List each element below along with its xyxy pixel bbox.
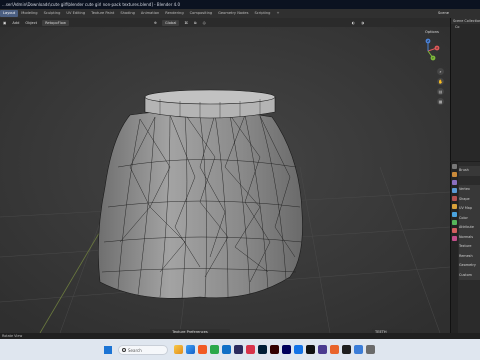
app-icon[interactable]	[234, 345, 243, 354]
tab-uv-editing[interactable]: UV Editing	[63, 10, 88, 17]
app-icon[interactable]	[306, 345, 315, 354]
scene-selector[interactable]: Scene	[438, 10, 449, 17]
properties-row[interactable]: UV Map	[459, 204, 480, 214]
properties-row[interactable]: Shape	[459, 194, 480, 204]
overlays-icon[interactable]: ◑	[358, 21, 367, 25]
tab-modeling[interactable]: Modeling	[18, 10, 40, 17]
properties-panel[interactable]: Brush Vertex Shape UV Map Color Attribut…	[450, 162, 480, 333]
photoshop-icon[interactable]	[258, 345, 267, 354]
3d-viewport[interactable]: X Y Z	[0, 27, 450, 333]
blender-icon[interactable]	[198, 345, 207, 354]
add-workspace-button[interactable]: +	[273, 10, 282, 17]
properties-row[interactable]	[459, 176, 480, 186]
material-tab-icon[interactable]	[452, 228, 457, 233]
window-title: ...ser\Admin\Downloads\cute gilf\blender…	[2, 2, 180, 7]
app-icon[interactable]	[294, 345, 303, 354]
app-icon[interactable]	[342, 345, 351, 354]
tab-layout[interactable]: Layout	[0, 10, 19, 17]
illustrator-icon[interactable]	[270, 345, 279, 354]
app-icon[interactable]	[330, 345, 339, 354]
properties-row[interactable]: Vertex	[459, 185, 480, 195]
pivot-icon[interactable]: ⌘	[181, 21, 191, 25]
taskbar-search-placeholder: Search	[128, 348, 142, 353]
y-axis-label: Y	[432, 56, 434, 60]
premiere-icon[interactable]	[282, 345, 291, 354]
x-axis-label: X	[436, 46, 438, 50]
mesh-data-tab-icon[interactable]	[452, 220, 457, 225]
zoom-icon[interactable]: ⌕	[437, 68, 444, 75]
properties-row[interactable]: Custom	[459, 270, 480, 280]
object-tab-icon[interactable]	[452, 204, 457, 209]
tab-scripting[interactable]: Scripting	[251, 10, 273, 17]
outliner-row[interactable]	[451, 42, 480, 48]
tool-tab-icon[interactable]	[452, 164, 457, 169]
properties-row[interactable]: Brush	[459, 166, 480, 176]
snap-icon[interactable]: ⧉	[191, 21, 200, 25]
properties-row[interactable]: Color	[459, 213, 480, 223]
file-explorer-icon[interactable]	[174, 345, 183, 354]
camera-icon[interactable]: ▤	[437, 88, 444, 95]
tab-rendering[interactable]: Rendering	[162, 10, 186, 17]
taskbar: Search	[0, 339, 480, 360]
pan-hand-icon[interactable]: ✋	[437, 78, 444, 85]
window-title-bar: ...ser\Admin\Downloads\cute gilf\blender…	[0, 0, 480, 9]
app-icon[interactable]	[246, 345, 255, 354]
object-menu[interactable]: Object	[22, 21, 40, 25]
viewport-canvas[interactable]: X Y Z	[0, 27, 450, 333]
taskbar-search[interactable]: Search	[118, 345, 168, 355]
options-menu[interactable]: Options	[425, 30, 439, 34]
retopoflow-menu[interactable]: RetopoFlow	[42, 19, 69, 26]
tab-animation[interactable]: Animation	[138, 10, 162, 17]
mode-icon[interactable]: ▣	[0, 21, 9, 25]
start-button[interactable]	[104, 346, 112, 354]
search-icon	[122, 348, 126, 352]
tab-geometry-nodes[interactable]: Geometry Nodes	[215, 10, 251, 17]
viewport-shading-icon[interactable]: ◐	[349, 21, 358, 25]
skirt-mesh[interactable]	[98, 110, 303, 300]
waistband-mesh[interactable]	[144, 89, 276, 119]
app-icon[interactable]	[354, 345, 363, 354]
scene-tab-icon[interactable]	[452, 196, 457, 201]
texture-tab-icon[interactable]	[452, 236, 457, 241]
viewport-header: ▣ Add Object RetopoFlow ⊕ Global ⌘ ⧉ ◎ ◐…	[0, 18, 450, 27]
properties-content: Brush Vertex Shape UV Map Color Attribut…	[459, 166, 480, 280]
store-icon[interactable]	[210, 345, 219, 354]
properties-tabs	[451, 162, 458, 333]
edge-browser-icon[interactable]	[186, 345, 195, 354]
properties-row[interactable]: Attribute	[459, 223, 480, 233]
add-menu[interactable]: Add	[9, 21, 22, 25]
output-tab-icon[interactable]	[452, 180, 457, 185]
properties-row[interactable]: Texture	[459, 242, 480, 252]
tab-shading[interactable]: Shading	[117, 10, 138, 17]
transform-orientation-dropdown[interactable]: Global	[161, 19, 180, 26]
app-icon[interactable]	[366, 345, 375, 354]
tab-compositing[interactable]: Compositing	[187, 10, 216, 17]
tab-texture-paint[interactable]: Texture Paint	[88, 10, 117, 17]
workspace-tab-bar: Layout Modeling Sculpting UV Editing Tex…	[0, 9, 480, 18]
properties-row[interactable]: Remesh	[459, 251, 480, 261]
properties-row[interactable]: Geometry	[459, 261, 480, 271]
z-axis-label: Z	[427, 39, 429, 43]
proportional-edit-icon[interactable]: ◎	[200, 21, 209, 25]
modifier-tab-icon[interactable]	[452, 212, 457, 217]
transform-orientation-icon[interactable]: ⊕	[151, 21, 160, 25]
properties-row[interactable]: Normals	[459, 232, 480, 242]
app-icon[interactable]	[318, 345, 327, 354]
render-tab-icon[interactable]	[452, 172, 457, 177]
view-layer-tab-icon[interactable]	[452, 188, 457, 193]
mail-icon[interactable]	[222, 345, 231, 354]
perspective-grid-icon[interactable]: ▦	[437, 98, 444, 105]
tab-sculpting[interactable]: Sculpting	[41, 10, 64, 17]
outliner-panel[interactable]: Scene Collection Co	[450, 18, 480, 161]
